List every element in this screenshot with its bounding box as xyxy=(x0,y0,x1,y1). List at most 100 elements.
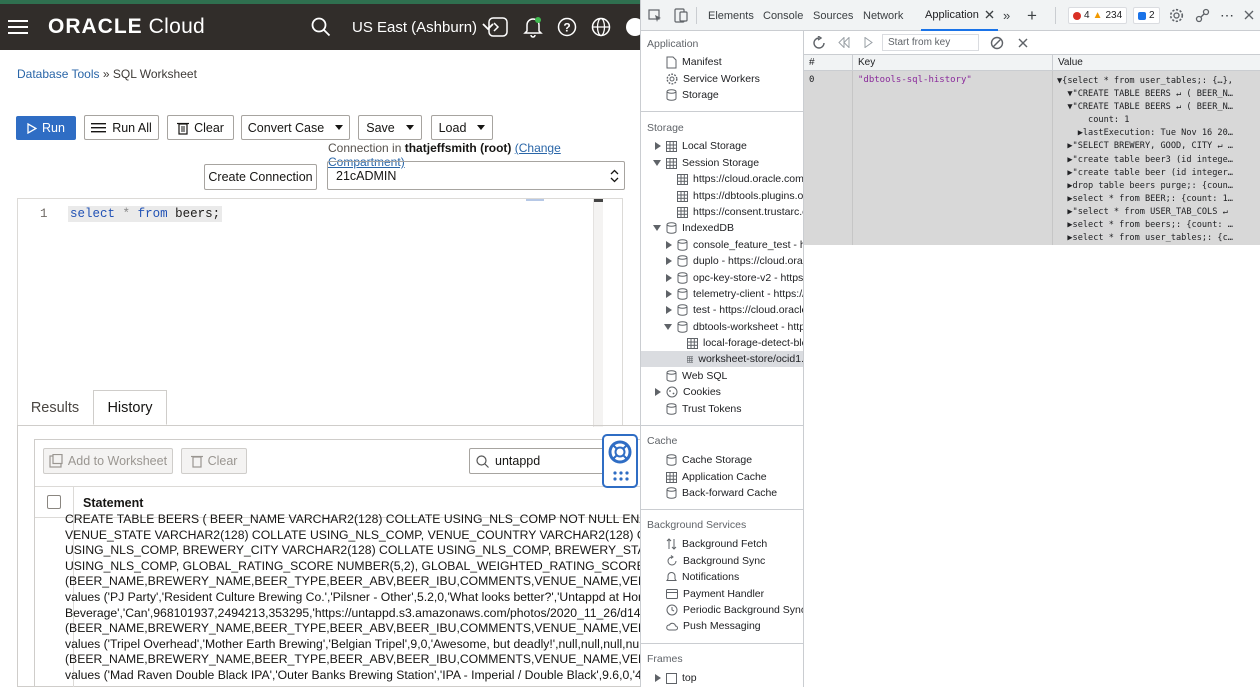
close-tab-icon[interactable] xyxy=(985,10,994,19)
tab-sources[interactable]: Sources xyxy=(813,0,853,31)
idb-store-item[interactable]: local-forage-detect-blc xyxy=(687,335,803,351)
help-support-widget[interactable] xyxy=(602,434,638,488)
close-devtools-icon[interactable] xyxy=(1244,10,1254,20)
sidebar-item-back-forward-cache[interactable]: Back-forward Cache xyxy=(666,485,777,501)
more-tabs-chevron-icon[interactable]: » xyxy=(1003,0,1010,31)
column-index-header[interactable]: # xyxy=(809,57,815,68)
run-all-button[interactable]: Run All xyxy=(84,115,159,140)
delete-selected-icon[interactable] xyxy=(1018,38,1028,48)
sidebar-item-cookies[interactable]: Cookies xyxy=(655,384,721,400)
sidebar-item-cache-storage[interactable]: Cache Storage xyxy=(666,452,752,468)
sidebar-item-storage[interactable]: Storage xyxy=(666,87,719,103)
value-tree-node[interactable]: ▶"create table beer3 (id intege… xyxy=(1057,154,1233,167)
sidebar-item-manifest[interactable]: Manifest xyxy=(666,54,722,70)
drag-handle-icon[interactable] xyxy=(612,470,630,482)
breadcrumb-database-tools[interactable]: Database Tools xyxy=(17,67,100,81)
history-statement-cell[interactable]: CREATE TABLE BEERS ( BEER_NAME VARCHAR2(… xyxy=(65,512,640,684)
idb-database-item[interactable]: test - https://cloud.oracle xyxy=(666,302,803,318)
clear-object-store-icon[interactable] xyxy=(990,36,1004,50)
expand-arrow-icon[interactable] xyxy=(655,388,661,396)
select-all-checkbox[interactable] xyxy=(47,495,61,509)
profile-icon[interactable] xyxy=(625,4,640,50)
sidebar-item-application-cache[interactable]: Application Cache xyxy=(666,469,767,485)
sidebar-item-periodic-background-sync[interactable]: Periodic Background Sync xyxy=(666,602,803,618)
sidebar-item-service-workers[interactable]: Service Workers xyxy=(666,71,760,87)
row-value-tree[interactable]: ▼{select * from user_tables;: {…}, ▼"CRE… xyxy=(1057,75,1233,245)
sidebar-item-web-sql[interactable]: Web SQL xyxy=(666,368,727,384)
collapse-arrow-icon[interactable] xyxy=(653,225,661,231)
save-dropdown[interactable]: Save xyxy=(358,115,422,140)
value-tree-node[interactable]: ▶select * from user_tables;: {c… xyxy=(1057,232,1233,245)
help-icon[interactable]: ? xyxy=(557,4,577,50)
console-counters[interactable]: 4 ▲ 234 xyxy=(1068,7,1128,24)
value-tree-node[interactable]: ▼{select * from user_tables;: {…}, xyxy=(1057,75,1233,88)
refresh-icon[interactable] xyxy=(812,36,826,50)
sidebar-item-local-storage[interactable]: Local Storage xyxy=(655,138,747,154)
idb-database-item[interactable]: telemetry-client - https:// xyxy=(666,286,803,302)
value-tree-node[interactable]: ▶"create table beer (id integer… xyxy=(1057,167,1233,180)
idb-store-item-selected[interactable]: worksheet-store/ocid1. xyxy=(641,351,803,367)
sidebar-item-indexeddb[interactable]: IndexedDB xyxy=(653,220,734,236)
expand-arrow-icon[interactable] xyxy=(666,257,672,265)
session-origin-item[interactable]: https://consent.trustarc.c xyxy=(677,204,803,220)
value-tree-node[interactable]: ▼"CREATE TABLE BEERS ↵ ( BEER_N… xyxy=(1057,101,1233,114)
value-tree-node[interactable]: ▶drop table beers purge;: {coun… xyxy=(1057,180,1233,193)
convert-case-dropdown[interactable]: Convert Case xyxy=(241,115,350,140)
next-page-icon[interactable] xyxy=(864,37,873,48)
sidebar-item-push-messaging[interactable]: Push Messaging xyxy=(666,618,761,634)
expand-arrow-icon[interactable] xyxy=(655,674,661,682)
cloud-shell-icon[interactable] xyxy=(488,4,508,50)
value-tree-node[interactable]: ▶lastExecution: Tue Nov 16 20… xyxy=(1057,127,1233,140)
tab-history[interactable]: History xyxy=(93,390,167,425)
value-tree-node[interactable]: count: 1 xyxy=(1057,114,1233,127)
tab-elements[interactable]: Elements xyxy=(708,0,754,31)
load-dropdown[interactable]: Load xyxy=(431,115,493,140)
value-tree-node[interactable]: ▼"CREATE TABLE BEERS ↵ ( BEER_N… xyxy=(1057,88,1233,101)
notifications-bell-icon[interactable] xyxy=(523,4,543,50)
sql-code-line[interactable]: select * from beers; xyxy=(68,206,223,222)
statement-column-header[interactable]: Statement xyxy=(83,496,143,510)
value-tree-node[interactable]: ▶"SELECT BREWERY, GOOD, CITY ↵ … xyxy=(1057,140,1233,153)
idb-database-item[interactable]: dbtools-worksheet - http xyxy=(664,319,803,335)
history-clear-button[interactable]: Clear xyxy=(181,448,247,474)
tab-application[interactable]: Application xyxy=(921,0,998,31)
idb-database-item[interactable]: opc-key-store-v2 - https: xyxy=(666,270,803,286)
clear-button[interactable]: Clear xyxy=(167,115,234,140)
previous-page-icon[interactable] xyxy=(838,37,850,48)
start-from-key-input[interactable]: Start from key xyxy=(882,34,979,51)
add-to-worksheet-button[interactable]: Add to Worksheet xyxy=(43,448,173,474)
hamburger-menu-icon[interactable] xyxy=(8,4,30,50)
sidebar-item-payment-handler[interactable]: Payment Handler xyxy=(666,586,764,602)
column-value-header[interactable]: Value xyxy=(1058,57,1083,68)
sidebar-item-notifications[interactable]: Notifications xyxy=(666,569,739,585)
expand-arrow-icon[interactable] xyxy=(666,274,672,282)
history-search-input[interactable]: untappd xyxy=(469,448,617,474)
oracle-cloud-logo[interactable]: ORACLE Cloud xyxy=(48,4,205,50)
remote-devices-icon[interactable] xyxy=(1195,8,1210,23)
row-key-cell[interactable]: "dbtools-sql-history" xyxy=(858,75,972,85)
column-key-header[interactable]: Key xyxy=(858,57,875,68)
expand-arrow-icon[interactable] xyxy=(666,241,672,249)
value-tree-node[interactable]: ▶select * from beers;: {count: … xyxy=(1057,219,1233,232)
expand-arrow-icon[interactable] xyxy=(666,306,672,314)
issues-counter[interactable]: 2 xyxy=(1133,7,1160,24)
sidebar-item-trust-tokens[interactable]: Trust Tokens xyxy=(666,401,742,417)
tab-results[interactable]: Results xyxy=(17,390,93,425)
sidebar-item-session-storage[interactable]: Session Storage xyxy=(653,155,759,171)
tab-console[interactable]: Console xyxy=(763,0,803,31)
add-tab-icon[interactable]: + xyxy=(1027,0,1037,31)
value-tree-node[interactable]: ▶select * from BEER;: {count: 1… xyxy=(1057,193,1233,206)
collapse-arrow-icon[interactable] xyxy=(664,324,672,330)
region-selector[interactable]: US East (Ashburn) xyxy=(352,4,495,50)
sidebar-item-frame-top[interactable]: top xyxy=(655,670,697,686)
expand-arrow-icon[interactable] xyxy=(666,290,672,298)
value-tree-node[interactable]: ▶"select * from USER_TAB_COLS ↵ xyxy=(1057,206,1233,219)
language-globe-icon[interactable] xyxy=(591,4,611,50)
collapse-arrow-icon[interactable] xyxy=(653,160,661,166)
expand-arrow-icon[interactable] xyxy=(655,142,661,150)
idb-database-item[interactable]: console_feature_test - http xyxy=(666,237,803,253)
more-options-icon[interactable]: ⋯ xyxy=(1220,0,1235,31)
tab-network[interactable]: Network xyxy=(863,0,903,31)
run-button[interactable]: Run xyxy=(16,116,76,140)
settings-gear-icon[interactable] xyxy=(1169,8,1184,23)
